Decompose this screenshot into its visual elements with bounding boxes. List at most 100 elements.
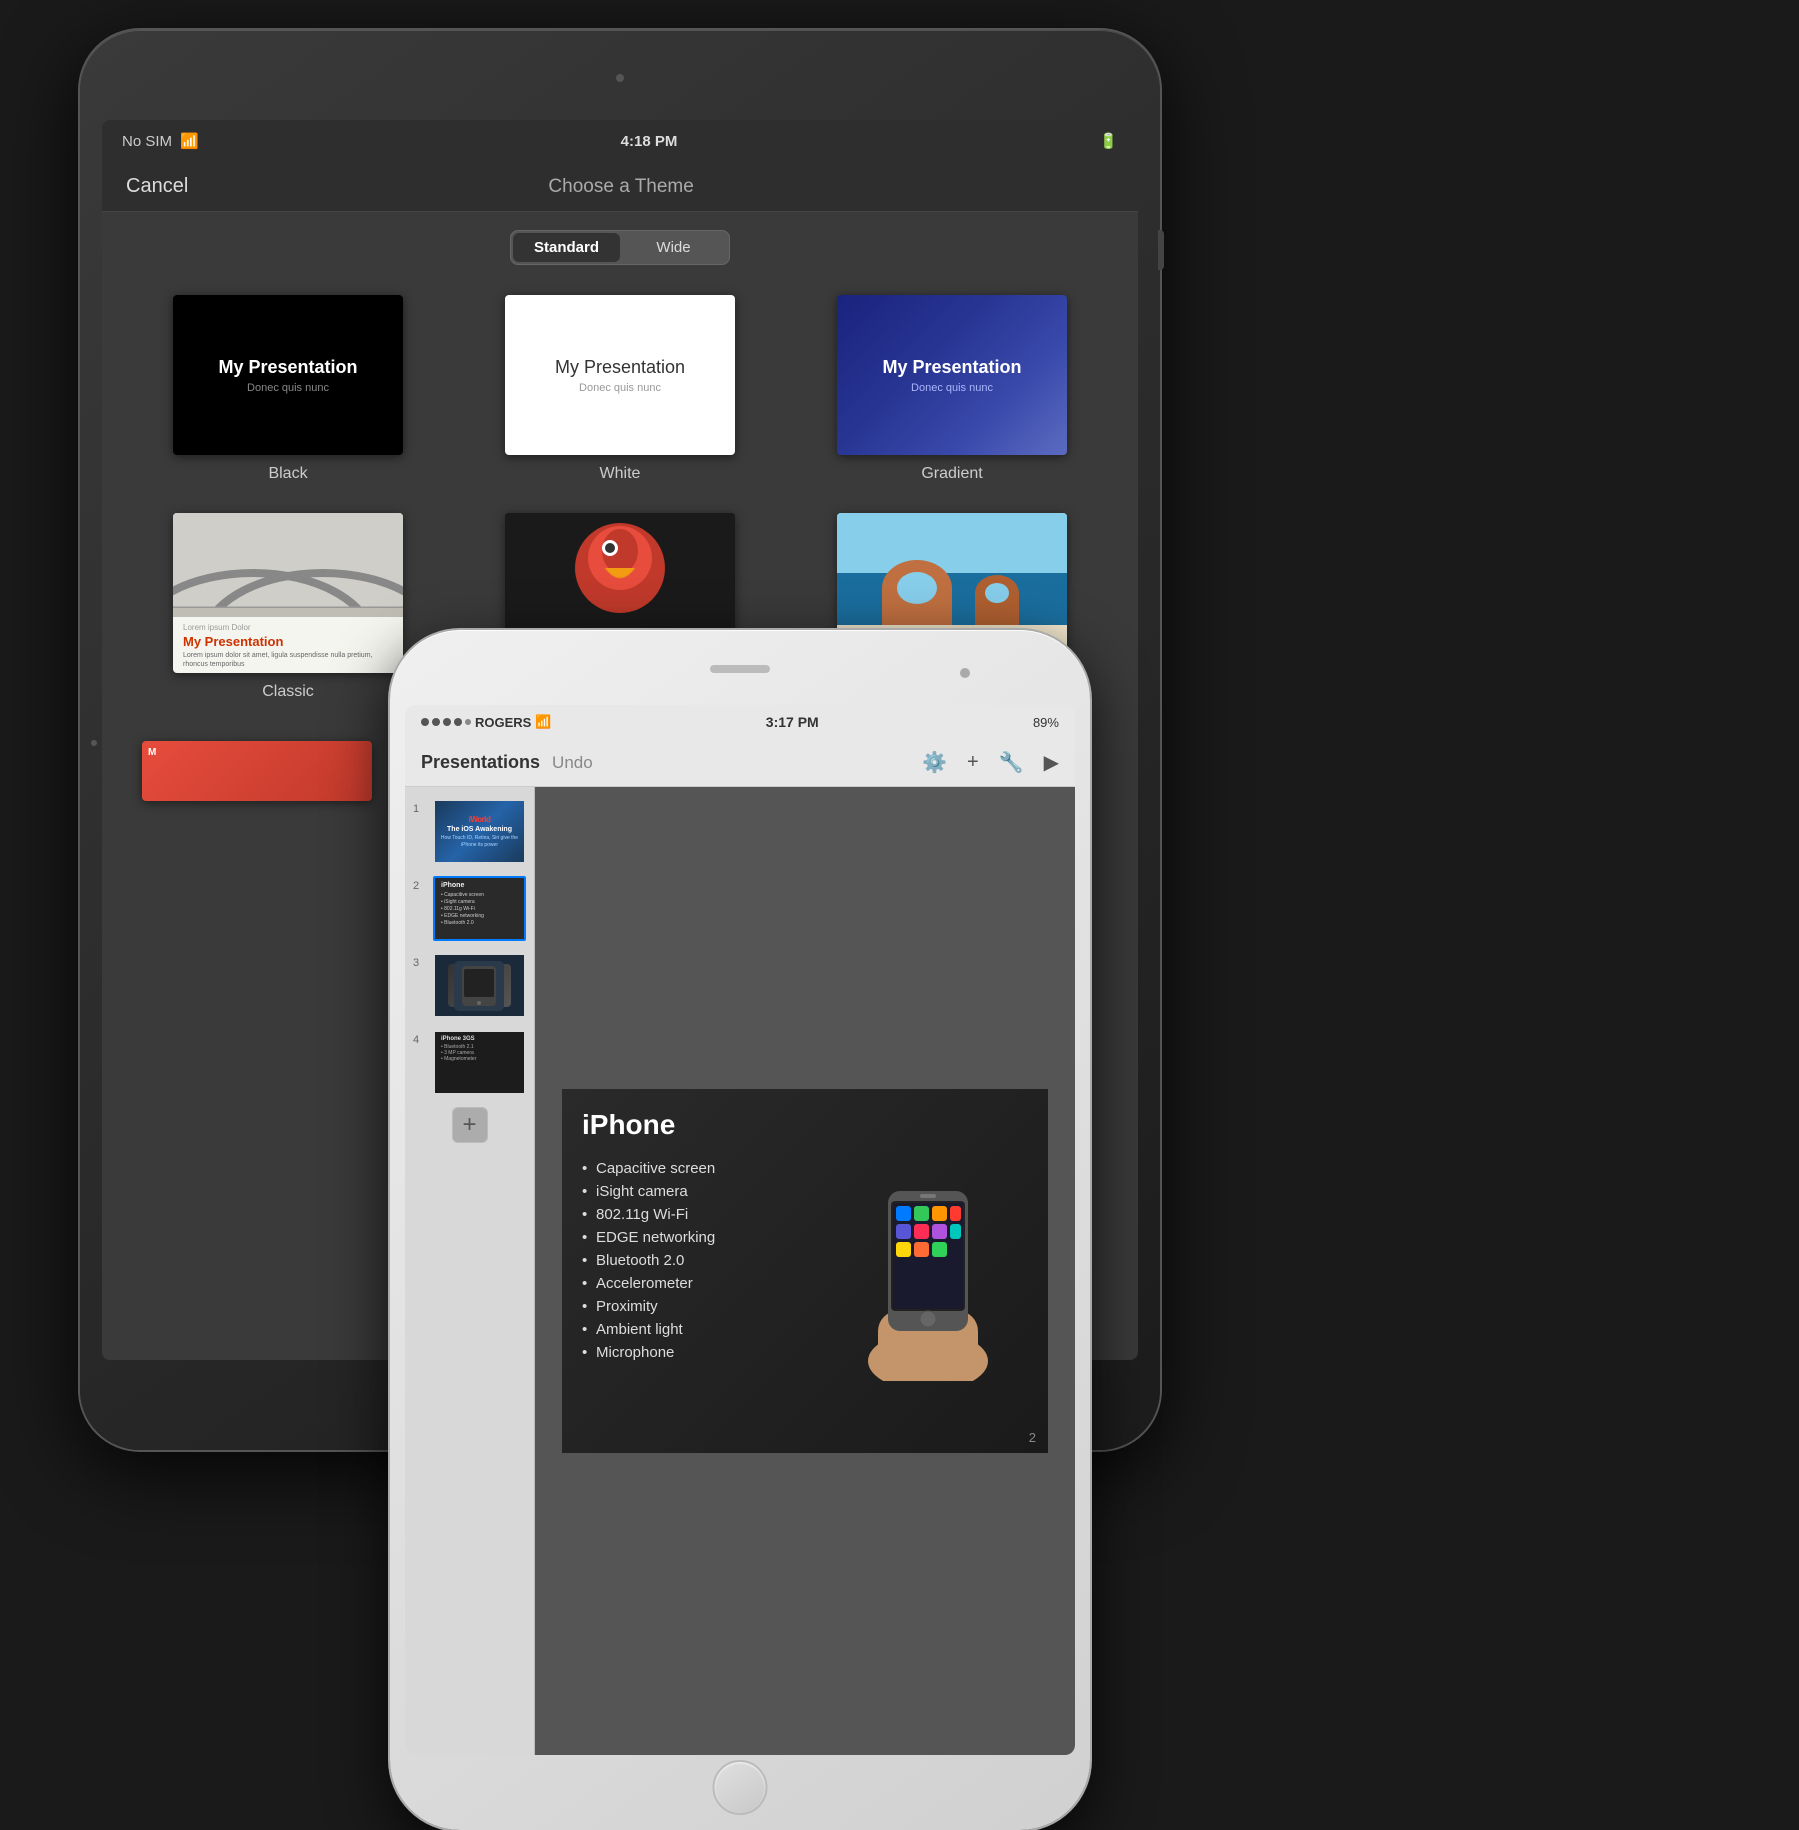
- ipad-time: 4:18 PM: [621, 133, 678, 150]
- tools-icon[interactable]: ⚙️: [922, 750, 947, 775]
- theme-classic[interactable]: Lorem ipsum Dolor My Presentation Lorem …: [142, 513, 434, 701]
- signal-dots: [421, 718, 471, 726]
- bullet-list: Capacitive screen iSight camera 802.11g …: [582, 1157, 827, 1364]
- black-content: My Presentation Donec quis nunc: [173, 295, 403, 455]
- bullet-1: iSight camera: [582, 1180, 827, 1203]
- white-label: White: [600, 465, 641, 483]
- slide1-body: How Touch ID, Retina, Siri give the iPho…: [435, 835, 524, 848]
- ipad-camera: [616, 74, 624, 82]
- signal-dot-5: [465, 719, 471, 725]
- choose-theme-title: Choose a Theme: [548, 176, 693, 198]
- iphone-device: ROGERS 📶 3:17 PM 89% Presentations Undo …: [390, 630, 1090, 1830]
- iphone-speaker: [710, 665, 770, 673]
- bullet-0: Capacitive screen: [582, 1157, 827, 1180]
- bullet-6: Proximity: [582, 1295, 827, 1318]
- bullet-7: Ambient light: [582, 1318, 827, 1341]
- main-slide-bg: iPhone Capacitive screen iSight camera 8…: [562, 1089, 1048, 1454]
- add-slide-button[interactable]: +: [452, 1107, 488, 1143]
- classic-bridge-img: [173, 513, 403, 617]
- iphone-content: 1 iWorld The iOS Awakening How Touch ID,…: [405, 787, 1075, 1755]
- theme-gradient[interactable]: My Presentation Donec quis nunc Gradient: [806, 295, 1098, 483]
- ipad-status-bar: No SIM 📶 4:18 PM 🔋: [102, 120, 1138, 162]
- ipad-left-camera: [91, 740, 97, 746]
- battery-icon: 🔋: [1099, 133, 1118, 150]
- theme-black-thumbnail: My Presentation Donec quis nunc: [173, 295, 403, 455]
- ipad-nav-bar: Cancel Choose a Theme: [102, 162, 1138, 212]
- bullet-3: EDGE networking: [582, 1226, 827, 1249]
- slide4-bg: iPhone 3GS • Bluetooth 2.1• 3 MP camera•…: [435, 1032, 524, 1093]
- classic-inner: Lorem ipsum Dolor My Presentation Lorem …: [173, 513, 403, 673]
- white-content: My Presentation Donec quis nunc: [505, 295, 735, 455]
- slide-item-1[interactable]: 1 iWorld The iOS Awakening How Touch ID,…: [405, 795, 534, 868]
- wrench-icon[interactable]: 🔧: [999, 750, 1024, 775]
- slide-thumb-4[interactable]: iPhone 3GS • Bluetooth 2.1• 3 MP camera•…: [433, 1030, 526, 1095]
- iphone-status-bar: ROGERS 📶 3:17 PM 89%: [405, 705, 1075, 739]
- gradient-title: My Presentation: [882, 357, 1021, 378]
- slide-number-1: 1: [413, 803, 427, 815]
- slide4-title: iPhone 3GS: [441, 1036, 518, 1042]
- black-label: Black: [268, 465, 307, 483]
- undo-button[interactable]: Undo: [552, 753, 593, 773]
- white-sub: Donec quis nunc: [579, 382, 661, 394]
- slide2-item: • 802.11g Wi-Fi: [441, 906, 518, 912]
- add-icon[interactable]: +: [967, 751, 979, 774]
- presentations-button[interactable]: Presentations: [421, 752, 540, 773]
- theme-white[interactable]: My Presentation Donec quis nunc White: [474, 295, 766, 483]
- slide3-bg: [435, 955, 524, 1016]
- slide2-item: • Bluetooth 2.0: [441, 920, 518, 926]
- classic-lorem: Lorem ipsum Dolor: [183, 623, 393, 632]
- main-slide: iPhone Capacitive screen iSight camera 8…: [562, 1089, 1048, 1454]
- wifi-icon: 📶: [180, 132, 199, 150]
- carrier-label: No SIM: [122, 133, 172, 150]
- white-title: My Presentation: [555, 357, 685, 378]
- ipad-volume-button[interactable]: [1158, 230, 1164, 270]
- standard-button[interactable]: Standard: [513, 233, 620, 262]
- iphone-home-button[interactable]: [713, 1760, 768, 1815]
- slide-number-2: 2: [413, 880, 427, 892]
- slide-panel: 1 iWorld The iOS Awakening How Touch ID,…: [405, 787, 535, 1755]
- slide-item-3[interactable]: 3: [405, 949, 534, 1022]
- slide2-item: • EDGE networking: [441, 913, 518, 919]
- bullet-5: Accelerometer: [582, 1272, 827, 1295]
- gradient-sub: Donec quis nunc: [911, 382, 993, 394]
- slide-item-2[interactable]: 2 iPhone • Capacitive screen • iSight ca…: [405, 872, 534, 945]
- slide-thumb-2[interactable]: iPhone • Capacitive screen • iSight came…: [433, 876, 526, 941]
- slide-thumb-1[interactable]: iWorld The iOS Awakening How Touch ID, R…: [433, 799, 526, 864]
- bullet-2: 802.11g Wi-Fi: [582, 1203, 827, 1226]
- slide2-item: • Capacitive screen: [441, 892, 518, 898]
- theme-classic-thumbnail: Lorem ipsum Dolor My Presentation Lorem …: [173, 513, 403, 673]
- slide1-bg: iWorld The iOS Awakening How Touch ID, R…: [435, 801, 524, 862]
- gradient-label: Gradient: [921, 465, 982, 483]
- bullet-8: Microphone: [582, 1341, 827, 1364]
- format-segment-control[interactable]: Standard Wide: [510, 230, 730, 265]
- main-slide-right: [827, 1109, 1028, 1434]
- classic-text: Lorem ipsum Dolor My Presentation Lorem …: [173, 617, 403, 673]
- iphone-screen: ROGERS 📶 3:17 PM 89% Presentations Undo …: [405, 705, 1075, 1755]
- wide-button[interactable]: Wide: [620, 233, 727, 262]
- theme-black[interactable]: My Presentation Donec quis nunc Black: [142, 295, 434, 483]
- iphone-status-left: ROGERS 📶: [421, 714, 552, 730]
- slide2-item: • iSight camera: [441, 899, 518, 905]
- slide2-bg: iPhone • Capacitive screen • iSight came…: [435, 878, 524, 939]
- classic-pres-title: My Presentation: [183, 634, 393, 649]
- slide-number-3: 3: [413, 957, 427, 969]
- iphone-hand-illustration: [848, 1161, 1008, 1381]
- slide-item-4[interactable]: 4 iPhone 3GS • Bluetooth 2.1• 3 MP camer…: [405, 1026, 534, 1099]
- nav-icons: ⚙️ + 🔧 ▶: [922, 750, 1059, 775]
- signal-dot-3: [443, 718, 451, 726]
- iphone-nav-bar: Presentations Undo ⚙️ + 🔧 ▶: [405, 739, 1075, 787]
- iphone-front-camera: [960, 668, 970, 678]
- classic-body: Lorem ipsum dolor sit amet, ligula suspe…: [183, 651, 393, 669]
- theme-bold-partial[interactable]: M: [142, 741, 372, 801]
- slide1-logo: iWorld: [469, 815, 491, 824]
- slide2-bullets: • Capacitive screen • iSight camera • 80…: [441, 892, 518, 926]
- slide1-title: The iOS Awakening: [447, 826, 512, 833]
- parrot-image: [505, 513, 735, 633]
- cancel-button[interactable]: Cancel: [126, 175, 188, 198]
- iphone-battery: 89%: [1033, 715, 1059, 730]
- main-slide-area: iPhone Capacitive screen iSight camera 8…: [535, 787, 1075, 1755]
- slide-thumb-3[interactable]: [433, 953, 526, 1018]
- play-icon[interactable]: ▶: [1044, 750, 1059, 775]
- theme-white-thumbnail: My Presentation Donec quis nunc: [505, 295, 735, 455]
- gradient-content: My Presentation Donec quis nunc: [837, 295, 1067, 455]
